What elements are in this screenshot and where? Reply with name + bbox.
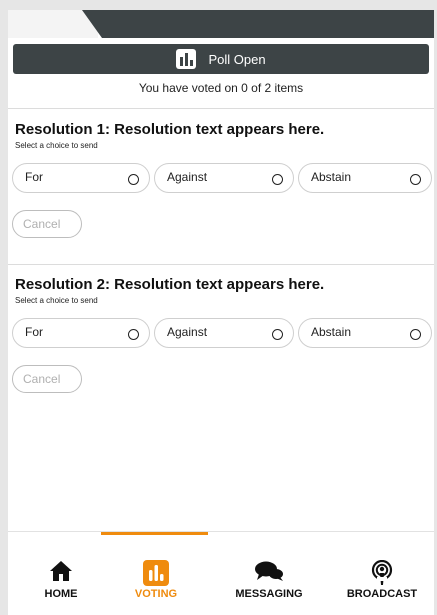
poll-icon <box>143 560 169 591</box>
voting-panel: Poll Open You have voted on 0 of 2 items… <box>8 10 434 615</box>
resolution-hint: Select a choice to send <box>15 141 98 150</box>
nav-label: BROADCAST <box>346 588 418 600</box>
cancel-button[interactable]: Cancel <box>12 365 82 393</box>
radio-icon <box>272 174 283 185</box>
resolution-title: Resolution 2: Resolution text appears he… <box>15 276 325 293</box>
header-tab-dark <box>82 10 434 38</box>
poll-icon <box>176 49 197 69</box>
podcast-icon <box>371 559 393 591</box>
cancel-button[interactable]: Cancel <box>12 210 82 238</box>
nav-home-tab[interactable]: HOME <box>18 532 104 615</box>
header-tab <box>8 10 434 38</box>
resolution-hint: Select a choice to send <box>15 296 98 305</box>
choice-against-button[interactable]: Against <box>154 318 294 348</box>
radio-icon <box>410 329 421 340</box>
divider <box>8 108 434 109</box>
choice-label: For <box>25 325 43 339</box>
nav-label: HOME <box>44 588 78 600</box>
nav-messaging-tab[interactable]: MESSAGING <box>224 532 314 615</box>
poll-status-bar: Poll Open <box>13 44 429 74</box>
bottom-nav: HOME VOTING MESSAGING BROADCAST <box>8 531 434 615</box>
choice-for-button[interactable]: For <box>12 163 150 193</box>
nav-label: VOTING <box>134 588 178 600</box>
nav-label: MESSAGING <box>235 588 303 600</box>
home-icon <box>49 560 73 587</box>
voted-progress-text: You have voted on 0 of 2 items <box>138 81 304 95</box>
app-background: Poll Open You have voted on 0 of 2 items… <box>0 0 437 615</box>
divider <box>8 264 434 265</box>
choice-label: Against <box>167 325 208 339</box>
chat-icon <box>254 560 284 587</box>
header-tab-light <box>8 10 98 38</box>
choice-label: Against <box>167 170 208 184</box>
choice-abstain-button[interactable]: Abstain <box>298 318 432 348</box>
nav-broadcast-tab[interactable]: BROADCAST <box>334 532 430 615</box>
choice-label: Abstain <box>311 170 352 184</box>
nav-voting-tab[interactable]: VOTING <box>111 532 201 615</box>
radio-icon <box>128 329 139 340</box>
resolution-title: Resolution 1: Resolution text appears he… <box>15 121 325 138</box>
choice-for-button[interactable]: For <box>12 318 150 348</box>
radio-icon <box>410 174 421 185</box>
poll-status-label: Poll Open <box>208 51 266 67</box>
choice-abstain-button[interactable]: Abstain <box>298 163 432 193</box>
choice-against-button[interactable]: Against <box>154 163 294 193</box>
radio-icon <box>128 174 139 185</box>
choice-label: Abstain <box>311 325 352 339</box>
choice-label: For <box>25 170 43 184</box>
radio-icon <box>272 329 283 340</box>
